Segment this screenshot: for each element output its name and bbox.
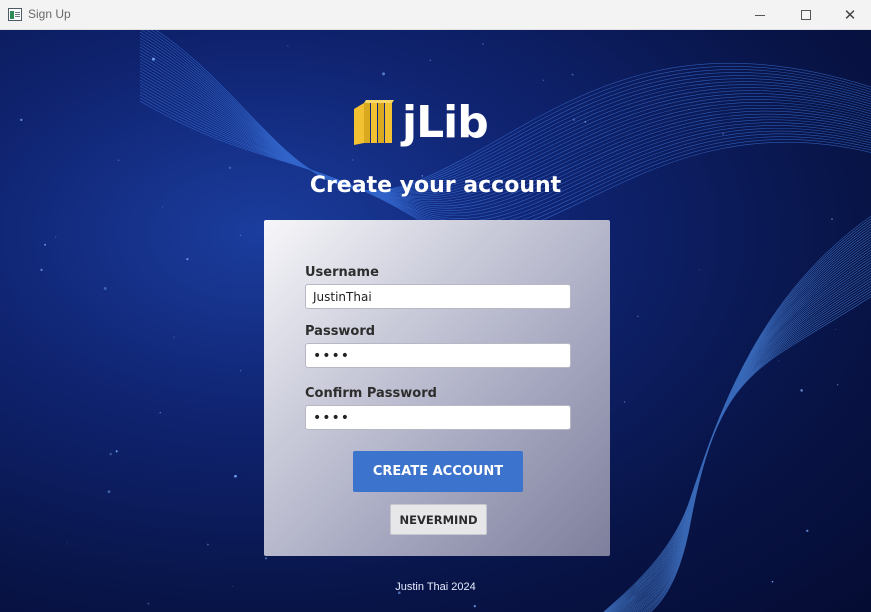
username-input[interactable]: JustinThai bbox=[305, 284, 571, 309]
close-button[interactable]: ✕ bbox=[827, 0, 871, 30]
create-account-button[interactable]: CREATE ACCOUNT bbox=[353, 451, 523, 492]
jlib-logo: jLib bbox=[352, 97, 512, 149]
maximize-button[interactable] bbox=[783, 0, 829, 30]
window-titlebar: Sign Up ✕ bbox=[0, 0, 871, 30]
maximize-icon bbox=[801, 10, 811, 20]
username-label: Username bbox=[305, 265, 379, 280]
footer-credit: Justin Thai 2024 bbox=[395, 581, 476, 593]
confirm-password-input[interactable]: •••• bbox=[305, 405, 571, 430]
window-title: Sign Up bbox=[28, 7, 71, 21]
minimize-icon bbox=[755, 14, 765, 16]
signup-view: jLib Create your account Username Justin… bbox=[0, 30, 871, 612]
page-title: Create your account bbox=[309, 173, 562, 198]
books-icon bbox=[354, 100, 394, 145]
password-label: Password bbox=[305, 324, 376, 339]
app-icon bbox=[8, 8, 22, 21]
signup-form-card: Username JustinThai Password •••• Confir… bbox=[264, 220, 610, 556]
nevermind-button[interactable]: NEVERMIND bbox=[390, 504, 487, 535]
confirm-password-label: Confirm Password bbox=[305, 386, 437, 401]
password-input[interactable]: •••• bbox=[305, 343, 571, 368]
minimize-button[interactable] bbox=[737, 0, 783, 30]
logo-text: jLib bbox=[402, 97, 489, 148]
close-icon: ✕ bbox=[843, 7, 857, 24]
